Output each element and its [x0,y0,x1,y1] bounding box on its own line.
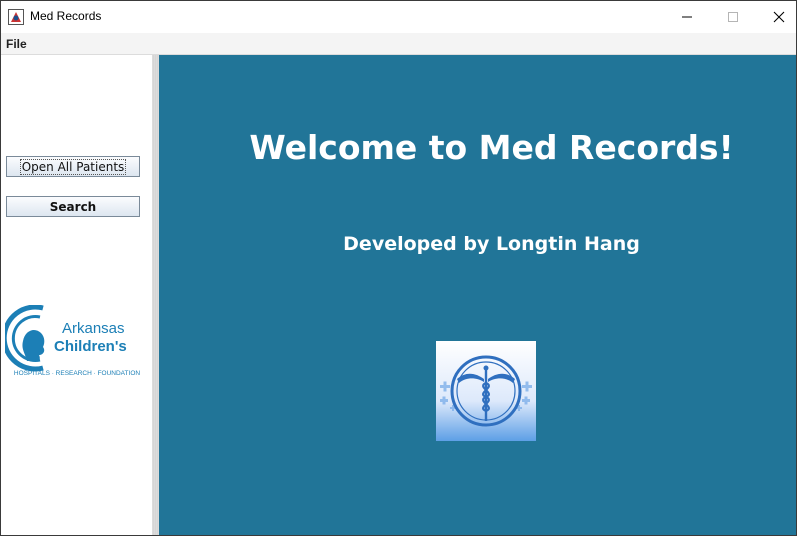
welcome-heading: Welcome to Med Records! [249,128,734,167]
logo-line-2: Children's [54,338,127,355]
sidebar: Open All Patients Search Arkansas Childr… [1,55,152,535]
title-bar: Med Records [1,1,796,33]
logo-tagline: HOSPITALS · RESEARCH · FOUNDATION [14,370,140,377]
logo-line-1: Arkansas [62,320,125,337]
main-panel: Welcome to Med Records! Developed by Lon… [159,55,796,535]
maximize-button[interactable] [710,1,756,33]
menu-file[interactable]: File [6,37,27,51]
app-icon [8,9,24,25]
window-title: Med Records [30,9,102,23]
arkansas-childrens-logo: Arkansas Children's HOSPITALS · RESEARCH… [5,305,140,377]
search-button[interactable]: Search [6,196,140,217]
open-all-patients-label: Open All Patients [19,158,127,175]
app-window: Med Records File Open All Patients Searc… [0,0,797,536]
close-icon [773,11,785,23]
menu-bar: File [1,33,796,55]
caduceus-icon [436,341,536,441]
split-pane-divider[interactable] [152,55,159,535]
open-all-patients-button[interactable]: Open All Patients [6,156,140,177]
close-button[interactable] [756,1,796,33]
developer-credit: Developed by Longtin Hang [343,233,640,255]
minimize-icon [682,16,692,18]
minimize-button[interactable] [664,1,710,33]
maximize-icon [728,12,738,22]
